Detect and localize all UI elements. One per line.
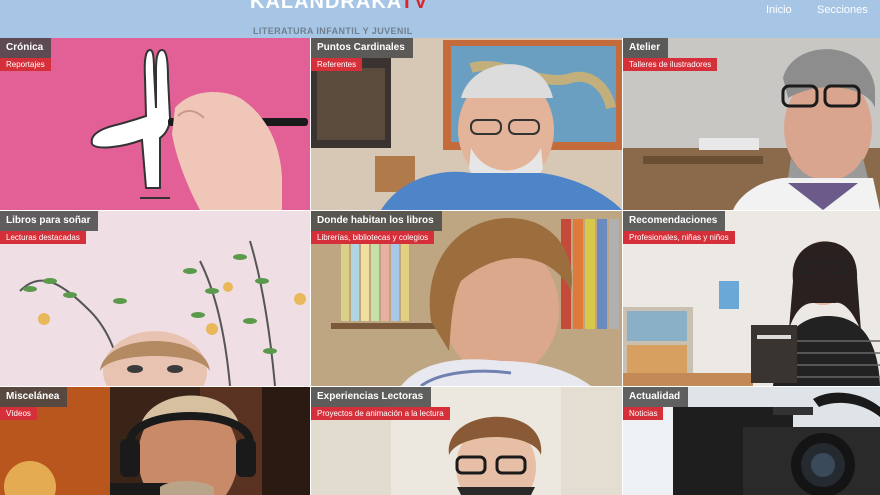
tile-title: Atelier [623,38,669,58]
tile-subtitle: Referentes [311,58,363,71]
tile-libros-para-sonar[interactable]: Libros para soñar Lecturas destacadas [0,211,310,386]
site-logo[interactable]: KALANDRAKATV [250,0,428,14]
site-tagline: LITERATURA INFANTIL Y JUVENIL [253,26,413,36]
tile-experiencias-lectoras[interactable]: Experiencias Lectoras Proyectos de anima… [311,387,622,495]
tile-title: Donde habitan los libros [311,211,442,231]
tile-atelier[interactable]: Atelier Talleres de ilustradores [623,38,880,210]
tile-title: Recomendaciones [623,211,726,231]
tile-donde-habitan-los-libros[interactable]: Donde habitan los libros Librerías, bibl… [311,211,622,386]
tile-recomendaciones[interactable]: Recomendaciones Profesionales, niñas y n… [623,211,880,386]
logo-main: KALANDRAKA [250,0,401,13]
nav-inicio[interactable]: Inicio [766,4,792,16]
tile-title: Puntos Cardinales [311,38,413,58]
tile-title: Experiencias Lectoras [311,387,432,407]
tile-title: Actualidad [623,387,689,407]
tile-subtitle: Profesionales, niñas y niños [623,231,735,244]
tile-subtitle: Talleres de ilustradores [623,58,718,71]
tile-actualidad[interactable]: Actualidad Noticias [623,387,880,495]
logo-suffix: TV [400,0,429,13]
tile-miscelanea[interactable]: Miscelánea Vídeos [0,387,310,495]
tile-cronica[interactable]: Crónica Reportajes [0,38,310,210]
tile-title: Libros para soñar [0,211,99,231]
tile-puntos-cardinales[interactable]: Puntos Cardinales Referentes [311,38,622,210]
tile-subtitle: Librerías, bibliotecas y colegios [311,231,435,244]
tile-subtitle: Lecturas destacadas [0,231,86,244]
tile-title: Miscelánea [0,387,68,407]
tile-subtitle: Proyectos de animación a la lectura [311,407,450,420]
nav-secciones[interactable]: Secciones [817,4,868,16]
tile-subtitle: Reportajes [0,58,51,71]
tile-subtitle: Noticias [623,407,664,420]
tile-title: Crónica [0,38,52,58]
tile-subtitle: Vídeos [0,407,37,420]
sections-grid: Crónica Reportajes Puntos Cardinales Ref… [0,38,880,495]
site-header: KALANDRAKATV LITERATURA INFANTIL Y JUVEN… [0,0,880,38]
